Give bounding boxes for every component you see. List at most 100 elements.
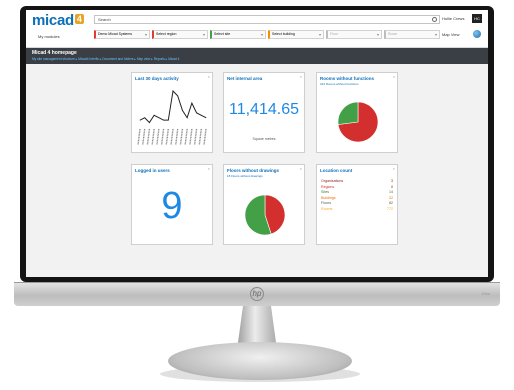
breadcrumb[interactable]: My site management structure ▸ Micad4 In… bbox=[32, 57, 179, 61]
x-tick-label bbox=[175, 128, 179, 146]
net-area-value: 11,414.65 bbox=[229, 101, 299, 118]
close-icon[interactable]: × bbox=[208, 166, 210, 171]
activity-point bbox=[149, 122, 150, 123]
close-icon[interactable]: × bbox=[300, 166, 302, 171]
net-area-unit: Square metres bbox=[252, 137, 276, 141]
x-tick-label bbox=[137, 128, 141, 146]
chevron-down-icon: ▾ bbox=[376, 32, 379, 37]
activity-point bbox=[167, 119, 169, 121]
location-count-row: Sites 14 bbox=[321, 190, 393, 194]
location-type-label: Organisations bbox=[321, 179, 344, 183]
pie-slice bbox=[337, 101, 359, 125]
page-title-bar: Micad 4 homepage My site management stru… bbox=[26, 48, 488, 64]
x-tick-label bbox=[142, 128, 146, 146]
location-type-label: Rooms bbox=[321, 207, 333, 211]
tile-title: Last 30 days activity bbox=[135, 76, 179, 81]
activity-point bbox=[144, 117, 146, 119]
x-tick-label bbox=[184, 128, 188, 146]
x-tick-label bbox=[189, 128, 193, 146]
page-title: Micad 4 homepage bbox=[32, 50, 77, 56]
tile-logged-in-users[interactable]: Logged in users × 9 bbox=[131, 164, 213, 245]
rooms-pie-chart bbox=[337, 101, 379, 143]
tile-net-area[interactable]: Net internal area × 11,414.65 Square met… bbox=[223, 72, 305, 153]
x-tick-label bbox=[193, 128, 198, 146]
x-tick-label bbox=[156, 128, 160, 146]
x-tick-label bbox=[151, 128, 155, 146]
location-count-value: 3 bbox=[391, 179, 393, 183]
activity-point bbox=[200, 114, 202, 116]
search-icon[interactable] bbox=[432, 17, 437, 22]
location-count-row: Floors 82 bbox=[321, 201, 393, 205]
chevron-down-icon: ▾ bbox=[144, 32, 147, 37]
filter-region-select[interactable]: Select region ▾ bbox=[152, 30, 208, 39]
filter-organisation-select[interactable]: Demo Micad Systems ▾ bbox=[94, 30, 150, 39]
user-avatar[interactable]: HC bbox=[472, 14, 482, 23]
filter-room-select[interactable]: Room ▾ bbox=[384, 30, 440, 39]
activity-point bbox=[186, 117, 188, 119]
activity-point bbox=[163, 119, 164, 121]
location-type-label: Regions bbox=[321, 184, 335, 189]
user-name[interactable]: Hollie Crews bbox=[442, 16, 464, 21]
x-tick-label bbox=[203, 128, 207, 146]
x-tick-label bbox=[146, 128, 151, 146]
location-type-label: Buildings bbox=[321, 195, 336, 200]
location-count-row: Regions 8 bbox=[321, 185, 393, 189]
tile-subtitle: 222 Rooms without functions bbox=[320, 82, 359, 86]
tile-location-count[interactable]: Location count × Organisations 3 Regions 8 S… bbox=[316, 164, 398, 245]
x-tick-label bbox=[170, 128, 174, 146]
activity-point bbox=[172, 90, 174, 92]
location-count-value: 14 bbox=[389, 190, 393, 195]
activity-point bbox=[139, 119, 141, 121]
chevron-down-icon: ▾ bbox=[202, 32, 205, 37]
tile-rooms-without-functions[interactable]: Rooms without functions 222 Rooms withou… bbox=[316, 72, 398, 153]
filter-site-select[interactable]: Select site ▾ bbox=[210, 30, 266, 39]
activity-point bbox=[158, 117, 160, 119]
monitor-base bbox=[168, 342, 352, 380]
filter-floor-select[interactable]: Floor ▾ bbox=[326, 30, 382, 39]
location-count-value: 8 bbox=[391, 184, 393, 189]
activity-point bbox=[182, 110, 183, 111]
location-type-label: Sites bbox=[321, 190, 329, 195]
activity-point bbox=[196, 112, 197, 114]
tile-activity[interactable]: Last 30 days activity × bbox=[131, 72, 213, 153]
location-count-value: 22 bbox=[389, 195, 393, 200]
stage: micad 4 My modules Search Hollie Crews HC… bbox=[0, 0, 514, 390]
tile-title: Net internal area bbox=[227, 76, 263, 81]
activity-series-line bbox=[139, 89, 207, 124]
chevron-down-icon: ▾ bbox=[318, 32, 321, 37]
location-count-row: Rooms 772 bbox=[321, 207, 393, 211]
close-icon[interactable]: × bbox=[208, 74, 210, 79]
map-view-link[interactable]: Map View bbox=[442, 32, 460, 37]
activity-line-chart bbox=[137, 89, 207, 146]
x-tick-label bbox=[165, 128, 169, 146]
location-count-value: 82 bbox=[389, 201, 393, 206]
location-count-row: Buildings 22 bbox=[321, 196, 393, 200]
monitor-model: 20es bbox=[481, 291, 490, 296]
filter-building-select[interactable]: Select building ▾ bbox=[268, 30, 324, 39]
floors-pie-chart bbox=[244, 194, 286, 236]
chevron-down-icon: ▾ bbox=[434, 32, 437, 37]
tile-title: Logged in users bbox=[135, 168, 170, 173]
tile-title: Location count bbox=[320, 168, 353, 173]
x-tick-label bbox=[160, 128, 165, 146]
logged-in-count: 9 bbox=[161, 185, 183, 227]
my-modules-link[interactable]: My modules bbox=[38, 34, 60, 39]
location-count-row: Organisations 3 bbox=[321, 179, 393, 183]
x-tick-label bbox=[198, 128, 202, 146]
location-type-label: Floors bbox=[321, 201, 331, 206]
close-icon[interactable]: × bbox=[393, 166, 395, 171]
activity-point bbox=[153, 114, 155, 116]
globe-icon[interactable] bbox=[473, 30, 481, 38]
monitor-chin: hp 20es bbox=[14, 282, 500, 306]
micad-logo[interactable]: micad 4 bbox=[32, 12, 84, 29]
screen: micad 4 My modules Search Hollie Crews HC… bbox=[26, 10, 488, 277]
x-tick-label bbox=[179, 128, 184, 146]
search-input[interactable]: Search bbox=[94, 15, 440, 24]
close-icon[interactable]: × bbox=[393, 74, 395, 79]
tile-title: Floors without drawings bbox=[227, 168, 279, 173]
tile-floors-without-drawings[interactable]: Floors without drawings 18 Floors withou… bbox=[223, 164, 305, 245]
location-count-value: 772 bbox=[387, 207, 393, 211]
activity-point bbox=[177, 95, 179, 97]
tile-title: Rooms without functions bbox=[320, 76, 374, 81]
close-icon[interactable]: × bbox=[300, 74, 302, 79]
